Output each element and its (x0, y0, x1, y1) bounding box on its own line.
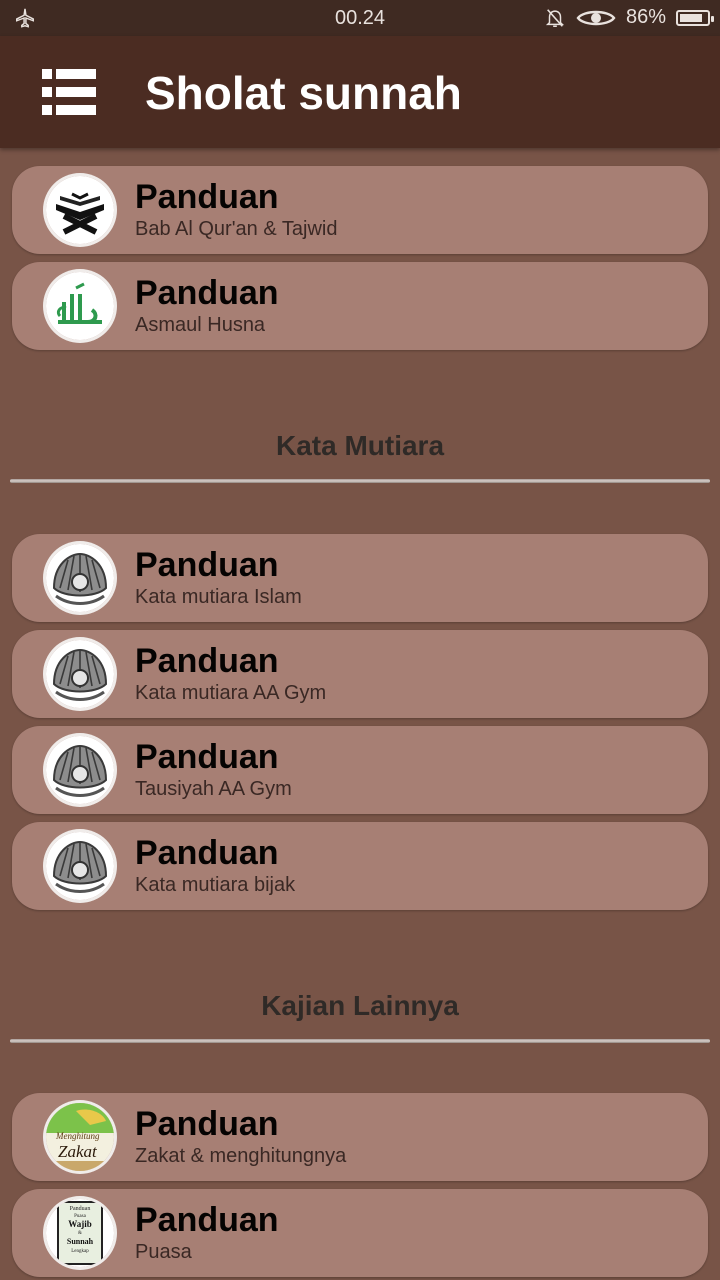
page-title: Sholat sunnah (145, 67, 462, 119)
item-title: Panduan (135, 834, 279, 872)
item-subtitle: Kata mutiara Islam (135, 586, 302, 608)
item-title: Panduan (135, 274, 279, 312)
list-item-puasa[interactable]: Panduan Puasa Wajib & Sunnah Lengkap Pan… (12, 1189, 708, 1277)
zakat-book-line-1: Menghitung (55, 1131, 100, 1141)
puasa-book-line-5: Sunnah (67, 1237, 94, 1246)
puasa-book-line-3: Wajib (68, 1219, 92, 1229)
list-item-quran-tajwid[interactable]: Panduan Bab Al Qur'an & Tajwid (12, 166, 708, 254)
section-header-kajian-lainnya: Kajian Lainnya (261, 990, 459, 1021)
status-bar: 00.24 86% (0, 0, 720, 36)
item-title: Panduan (135, 1105, 279, 1143)
item-subtitle: Kata mutiara bijak (135, 874, 296, 896)
list-menu-icon[interactable] (40, 66, 98, 118)
puasa-book-line-1: Panduan (70, 1206, 91, 1212)
item-subtitle: Puasa (135, 1241, 192, 1263)
puasa-book-line-6: Lengkap (71, 1249, 89, 1254)
list-item-asmaul-husna[interactable]: Panduan Asmaul Husna (12, 262, 708, 350)
item-subtitle: Tausiyah AA Gym (135, 778, 292, 800)
item-title: Panduan (135, 1201, 279, 1239)
zakat-book-icon: Menghitung Zakat (46, 1103, 114, 1171)
item-subtitle: Kata mutiara AA Gym (135, 682, 327, 704)
list-item-tausiyah-aa-gym[interactable]: Panduan Tausiyah AA Gym (12, 726, 708, 814)
list-item-kata-mutiara-islam[interactable]: Panduan Kata mutiara Islam (12, 534, 708, 622)
quran-stand-icon (46, 176, 114, 244)
item-title: Panduan (135, 738, 279, 776)
eye-icon (576, 10, 616, 25)
list-item-kata-mutiara-bijak[interactable]: Panduan Kata mutiara bijak (12, 822, 708, 910)
pearl-shell-icon (46, 544, 114, 612)
bell-off-icon (545, 8, 565, 27)
section-divider (10, 1039, 710, 1043)
section-header-kata-mutiara: Kata Mutiara (275, 430, 445, 461)
item-subtitle: Asmaul Husna (135, 314, 266, 336)
zakat-book-line-2: Zakat (58, 1142, 98, 1161)
section-divider (10, 479, 710, 483)
list-item-kata-mutiara-aa-gym[interactable]: Panduan Kata mutiara AA Gym (12, 630, 708, 718)
allah-calligraphy-icon (46, 272, 114, 340)
item-title: Panduan (135, 178, 279, 216)
item-subtitle: Bab Al Qur'an & Tajwid (135, 218, 338, 240)
pearl-shell-icon (46, 736, 114, 804)
item-title: Panduan (135, 546, 279, 584)
item-title: Panduan (135, 642, 279, 680)
list-item-zakat[interactable]: Menghitung Zakat Panduan Zakat & menghit… (12, 1093, 708, 1181)
puasa-book-icon: Panduan Puasa Wajib & Sunnah Lengkap (46, 1199, 114, 1267)
puasa-book-line-4: & (78, 1231, 82, 1236)
pearl-shell-icon (46, 832, 114, 900)
item-subtitle: Zakat & menghitungnya (135, 1145, 347, 1167)
pearl-shell-icon (46, 640, 114, 708)
battery-icon (676, 9, 714, 26)
app-bar: Sholat sunnah (0, 36, 720, 148)
battery-percent: 86% (625, 6, 666, 28)
